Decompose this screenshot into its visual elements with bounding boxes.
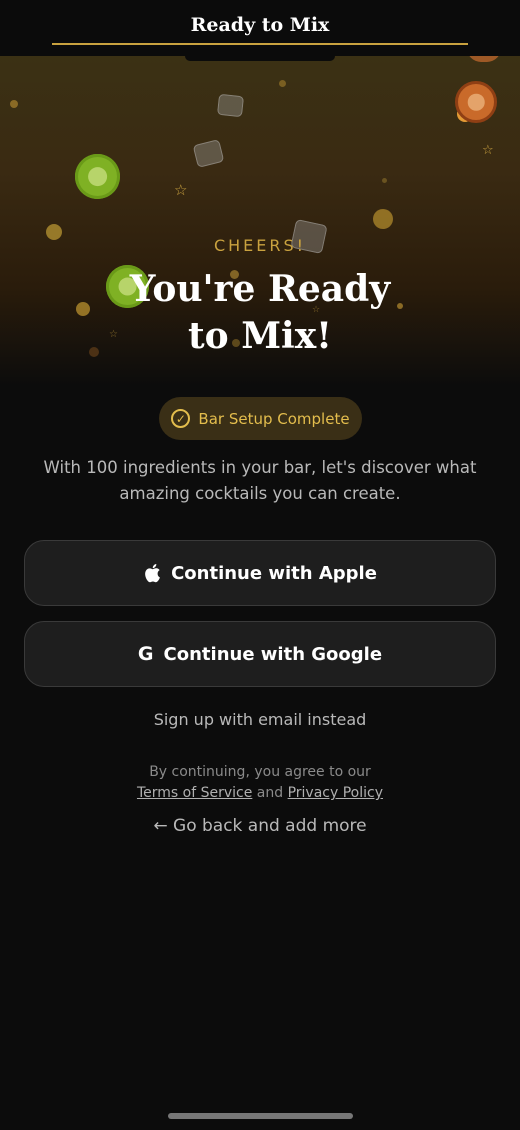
go-back-link[interactable]: ← Go back and add more xyxy=(0,816,520,836)
continue-with-google-button[interactable]: G Continue with Google xyxy=(24,621,496,687)
ice-cube xyxy=(216,93,245,118)
google-icon: G xyxy=(137,643,154,665)
bokeh-dot xyxy=(10,100,18,108)
privacy-policy-link[interactable]: Privacy Policy xyxy=(288,785,383,801)
check-circle-icon: ✓ xyxy=(171,409,191,428)
bokeh-dot xyxy=(382,178,387,183)
star-icon: ☆ xyxy=(482,143,494,158)
badge-label: Bar Setup Complete xyxy=(198,409,350,428)
eyebrow-text: CHEERS! xyxy=(213,236,307,255)
legal-notice: By continuing, you agree to our Terms of… xyxy=(0,762,520,804)
lime-slice xyxy=(75,154,120,199)
headline-line: You're Ready xyxy=(129,268,391,310)
bokeh-dot xyxy=(467,56,501,62)
page-title: Ready to Mix xyxy=(190,14,330,36)
email-signup-link[interactable]: Sign up with email instead xyxy=(0,710,520,729)
description-text: With 100 ingredients in your bar, let's … xyxy=(43,458,477,503)
home-indicator[interactable] xyxy=(168,1113,353,1119)
apple-button-label: Continue with Apple xyxy=(171,562,377,584)
legal-prefix: By continuing, you agree to our xyxy=(149,764,371,780)
title-underline xyxy=(52,43,468,45)
bokeh-dot xyxy=(279,80,286,87)
bokeh-dot xyxy=(373,209,393,229)
continue-with-apple-button[interactable]: Continue with Apple xyxy=(24,540,496,606)
device-notch xyxy=(185,56,335,61)
legal-conjunction: and xyxy=(256,785,284,801)
terms-of-service-link[interactable]: Terms of Service xyxy=(137,785,252,801)
headline-line: to Mix! xyxy=(188,315,332,357)
orange-slice xyxy=(455,81,497,123)
arrow-left-icon: ← xyxy=(153,816,168,836)
apple-icon xyxy=(145,564,160,583)
top-bar: Ready to Mix xyxy=(0,0,520,56)
headline: You're Ready to Mix! xyxy=(0,266,520,360)
google-button-label: Continue with Google xyxy=(163,643,383,665)
status-badge: ✓ Bar Setup Complete xyxy=(159,397,362,440)
star-icon: ☆ xyxy=(174,181,188,199)
go-back-label: Go back and add more xyxy=(173,816,367,836)
ice-cube xyxy=(192,139,225,168)
